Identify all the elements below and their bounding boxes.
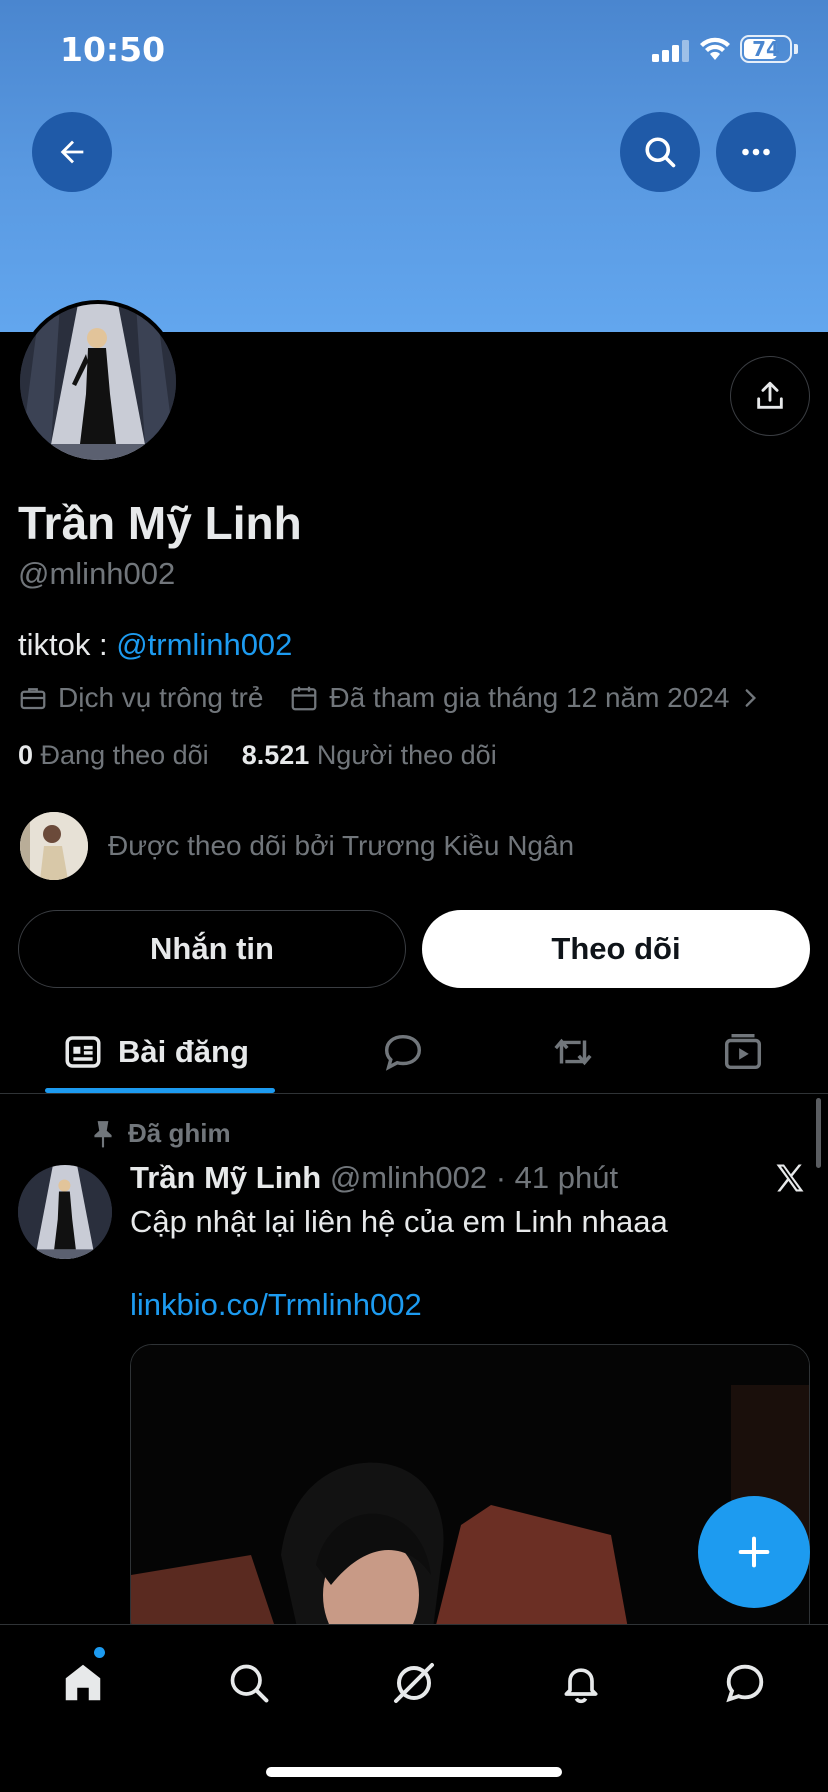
profile-joined[interactable]: Đã tham gia tháng 12 năm 2024 — [289, 682, 773, 714]
profile-name: Trần Mỹ Linh — [18, 497, 302, 549]
following-count: 0 — [18, 740, 34, 770]
followers-link[interactable]: 8.521 Người theo dõi — [242, 740, 497, 770]
joined-text: Đã tham gia tháng 12 năm 2024 — [329, 682, 730, 713]
nav-messages[interactable] — [715, 1653, 775, 1713]
search-button[interactable] — [620, 112, 700, 192]
arrow-left-icon — [60, 140, 84, 164]
post-avatar[interactable] — [18, 1165, 112, 1259]
message-button[interactable]: Nhắn tin — [18, 910, 406, 988]
status-bar: 10:50 74 — [0, 0, 828, 100]
ellipsis-icon — [742, 148, 770, 156]
profile-meta: Dịch vụ trông trẻ Đã tham gia tháng 12 n… — [18, 680, 799, 716]
share-button[interactable] — [730, 356, 810, 436]
repost-icon — [554, 1038, 592, 1066]
nav-search[interactable] — [219, 1653, 279, 1713]
briefcase-icon — [20, 688, 46, 710]
x-logo-icon[interactable] — [772, 1160, 808, 1196]
post-author[interactable]: Trần Mỹ Linh — [130, 1160, 321, 1195]
bell-icon — [564, 1668, 598, 1704]
posts-icon — [65, 1036, 101, 1068]
bottom-nav — [0, 1624, 828, 1792]
tab-replies[interactable] — [380, 1010, 426, 1094]
followers-label: Người theo dõi — [316, 740, 497, 770]
follow-button[interactable]: Theo dõi — [422, 910, 810, 988]
home-icon — [65, 1664, 101, 1701]
tab-media[interactable] — [720, 1010, 766, 1094]
nav-home[interactable] — [53, 1653, 113, 1713]
pin-icon — [94, 1120, 112, 1148]
follower-avatar-image — [20, 812, 88, 880]
profile-tabs: Bài đăng — [0, 1010, 828, 1094]
compose-button[interactable] — [698, 1496, 810, 1608]
post-text: Cập nhật lại liên hệ của em Linh nhaaa — [130, 1204, 668, 1239]
profile-avatar[interactable] — [16, 300, 180, 464]
tab-reposts[interactable] — [548, 1010, 598, 1094]
home-indicator — [266, 1767, 562, 1777]
category-text: Dịch vụ trông trẻ — [58, 682, 264, 713]
bio-text: tiktok : — [18, 627, 117, 662]
notification-dot — [94, 1647, 105, 1658]
followed-by[interactable]: Được theo dõi bởi Trương Kiều Ngân — [20, 812, 574, 880]
post-link[interactable]: linkbio.co/Trmlinh002 — [130, 1287, 422, 1323]
active-tab-indicator — [45, 1088, 275, 1093]
profile-handle: @mlinh002 — [18, 556, 176, 591]
battery-indicator: 74 — [740, 35, 792, 63]
messages-icon — [726, 1664, 764, 1703]
grok-icon — [394, 1663, 434, 1703]
wifi-icon — [700, 37, 730, 60]
search-icon — [645, 137, 676, 168]
post-header: Trần Mỹ Linh @mlinh002 · 41 phút — [130, 1160, 618, 1196]
following-link[interactable]: 0 Đang theo dõi — [18, 740, 209, 770]
follow-stats: 0 Đang theo dõi 8.521 Người theo dõi — [18, 740, 497, 771]
cellular-signal-icon — [652, 40, 689, 62]
plus-icon — [738, 1536, 770, 1568]
pinned-indicator: Đã ghim — [90, 1118, 231, 1149]
battery-cap — [794, 44, 798, 54]
post-avatar-image — [18, 1165, 112, 1259]
calendar-icon — [292, 686, 317, 711]
chevron-right-icon — [746, 689, 757, 707]
scrollbar[interactable] — [816, 1098, 821, 1168]
replies-icon — [384, 1034, 422, 1071]
post-handle-time: @mlinh002 · 41 phút — [329, 1160, 619, 1195]
post-photo — [131, 1345, 809, 1643]
media-icon — [724, 1033, 762, 1070]
nav-grok[interactable] — [384, 1653, 444, 1713]
tab-posts[interactable]: Bài đăng — [62, 1010, 249, 1094]
profile-bio: tiktok : @trmlinh002 — [18, 627, 292, 663]
tab-posts-label: Bài đăng — [118, 1034, 249, 1069]
back-button[interactable] — [32, 112, 112, 192]
share-icon — [757, 381, 783, 409]
followers-count: 8.521 — [241, 740, 310, 770]
search-icon — [230, 1664, 269, 1703]
more-button[interactable] — [716, 112, 796, 192]
avatar-illustration — [20, 304, 176, 460]
bio-link[interactable]: @trmlinh002 — [116, 627, 292, 662]
follower-avatar — [20, 812, 88, 880]
status-time: 10:50 — [60, 30, 166, 69]
nav-notifications[interactable] — [551, 1653, 611, 1713]
battery-percent: 74 — [752, 37, 780, 61]
followed-by-text: Được theo dõi bởi Trương Kiều Ngân — [108, 830, 575, 861]
pinned-label: Đã ghim — [128, 1118, 231, 1148]
post-media-image[interactable] — [130, 1344, 810, 1644]
profile-category: Dịch vụ trông trẻ — [18, 682, 263, 714]
following-label: Đang theo dõi — [40, 740, 209, 770]
